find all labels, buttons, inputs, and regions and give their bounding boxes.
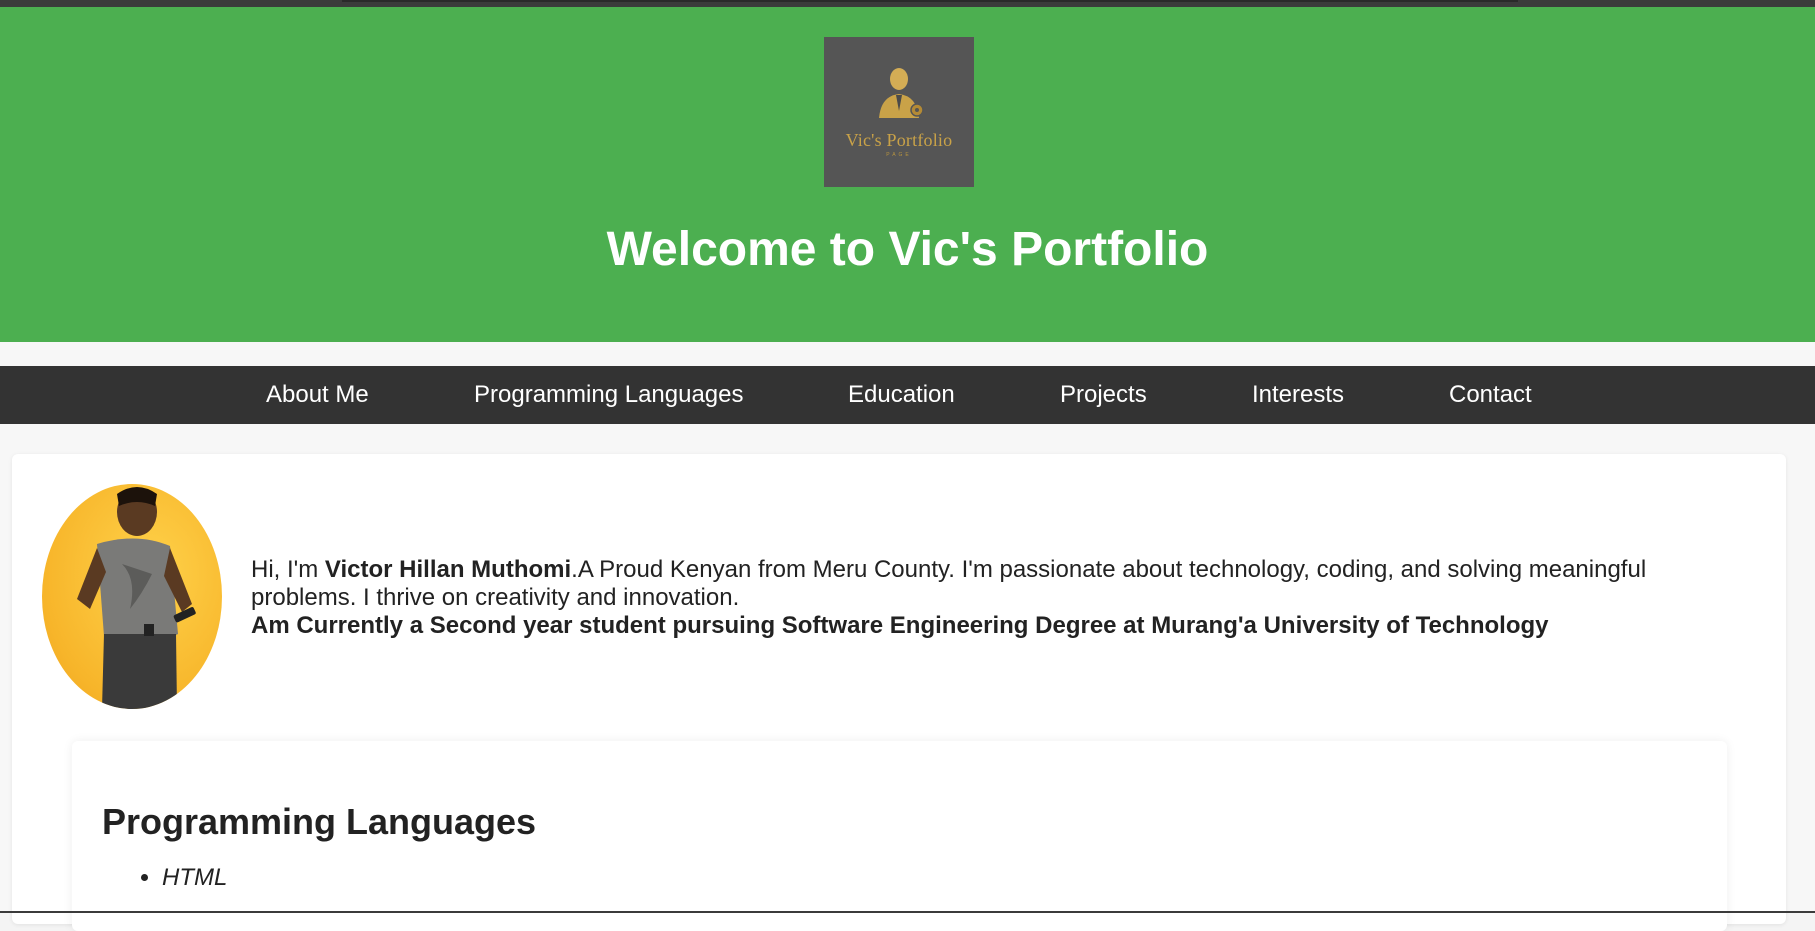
list-item: HTML	[162, 863, 227, 893]
site-logo: Vic's Portfolio PAGE	[824, 37, 974, 187]
person-photo-illustration	[77, 487, 196, 709]
nav-item-projects[interactable]: Projects	[1060, 366, 1147, 424]
intro-status: Am Currently a Second year student pursu…	[251, 612, 1681, 640]
intro-status-text: Am Currently a Second year student pursu…	[251, 612, 1549, 639]
intro-name: Victor Hillan Muthomi	[324, 556, 572, 583]
main-nav: About Me Programming Languages Education…	[0, 366, 1815, 424]
window-top-strip	[0, 0, 1815, 7]
section-heading: Programming Languages	[102, 801, 537, 842]
nav-item-contact[interactable]: Contact	[1449, 366, 1532, 424]
intro-greeting: Hi, I'm	[251, 556, 325, 583]
logo-text: Vic's Portfolio	[845, 130, 953, 150]
intro-paragraph: Hi, I'm Victor Hillan Muthomi.A Proud Ke…	[251, 556, 1681, 612]
intro-text: Hi, I'm Victor Hillan Muthomi.A Proud Ke…	[251, 556, 1681, 640]
logo-subtext: PAGE	[886, 152, 912, 158]
header-gap	[0, 342, 1815, 366]
nav-item-interests[interactable]: Interests	[1252, 366, 1344, 424]
profile-photo	[42, 484, 222, 709]
nav-item-about-me[interactable]: About Me	[266, 366, 369, 424]
programming-languages-section: Programming Languages HTML	[72, 741, 1727, 931]
languages-list: HTML	[102, 863, 227, 893]
nav-item-programming-languages[interactable]: Programming Languages	[474, 366, 744, 424]
nav-item-education[interactable]: Education	[848, 366, 955, 424]
businessman-icon	[879, 68, 924, 118]
site-header: Vic's Portfolio PAGE Welcome to Vic's Po…	[0, 7, 1815, 342]
page-title: Welcome to Vic's Portfolio	[606, 223, 1209, 276]
window-top-strip-inner	[342, 0, 1518, 2]
